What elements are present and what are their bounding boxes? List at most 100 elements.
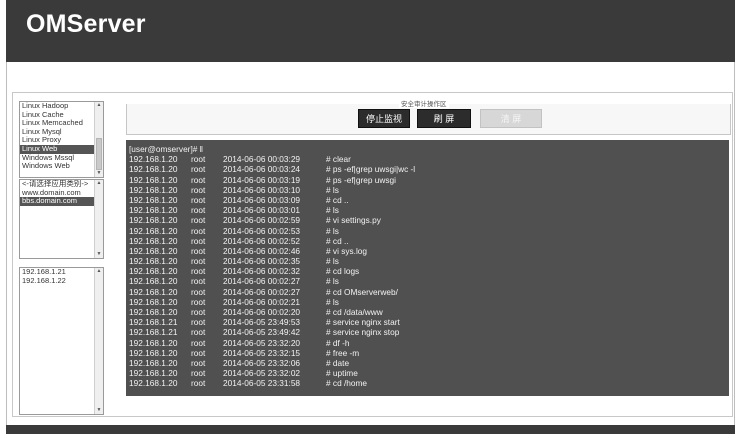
log-command: # cd logs	[326, 266, 360, 277]
log-command: # uptime	[326, 368, 358, 379]
log-time: 2014-06-05 23:49:53	[223, 317, 301, 328]
log-ip: 192.168.1.21	[129, 317, 178, 328]
control-area-legend: 安全审计操作区	[399, 98, 449, 108]
log-ip: 192.168.1.20	[129, 174, 178, 185]
log-ip: 192.168.1.20	[129, 164, 178, 175]
log-ip: 192.168.1.20	[129, 215, 178, 226]
log-time: 2014-06-06 00:03:09	[223, 194, 301, 205]
log-user: root	[191, 307, 206, 318]
log-time: 2014-06-06 00:03:01	[223, 205, 301, 216]
log-user: root	[191, 256, 206, 267]
log-time: 2014-06-06 00:03:19	[223, 174, 301, 185]
log-command: # cd /data/www	[326, 307, 383, 318]
log-row: 192.168.1.20 root 2014-06-06 00:02:53 # ls	[126, 226, 729, 236]
log-command: # cd ..	[326, 235, 349, 246]
log-row: 192.168.1.20 root 2014-06-06 00:03:10 # ls	[126, 185, 729, 195]
log-row: 192.168.1.20 root 2014-06-05 23:32:02 # upt…	[126, 368, 729, 378]
log-ip: 192.168.1.20	[129, 225, 178, 236]
log-row: 192.168.1.20 root 2014-06-06 00:03:01 # ls	[126, 205, 729, 215]
log-command: # ls	[326, 296, 339, 307]
log-command: # ls	[326, 205, 339, 216]
app-list-item[interactable]: bbs.domain.com	[20, 197, 103, 206]
log-time: 2014-06-06 00:03:29	[223, 154, 301, 165]
log-row: 192.168.1.20 root 2014-06-06 00:02:52 # cd …	[126, 236, 729, 246]
scroll-up-icon[interactable]: ▲	[95, 268, 103, 275]
scroll-down-icon[interactable]: ▼	[95, 407, 103, 414]
log-row: 192.168.1.21 root 2014-06-05 23:49:42 # ser…	[126, 327, 729, 337]
log-user: root	[191, 164, 206, 175]
refresh-screen-button[interactable]: 刷 屏	[417, 109, 471, 128]
log-time: 2014-06-06 00:02:20	[223, 307, 301, 318]
clear-screen-button[interactable]: 清 屏	[480, 109, 542, 128]
scroll-down-icon[interactable]: ▼	[95, 251, 103, 258]
log-time: 2014-06-06 00:02:53	[223, 225, 301, 236]
log-ip: 192.168.1.20	[129, 184, 178, 195]
log-user: root	[191, 327, 206, 338]
stop-monitor-button[interactable]: 停止监视	[358, 109, 410, 128]
log-ip: 192.168.1.20	[129, 286, 178, 297]
host-ip-list[interactable]: 192.168.1.21 192.168.1.22 ▲ ▼	[19, 267, 104, 415]
log-row: 192.168.1.20 root 2014-06-06 00:03:24 # ps …	[126, 164, 729, 174]
log-row: 192.168.1.20 root 2014-06-06 00:02:32 # cd …	[126, 266, 729, 276]
log-command: # ls	[326, 225, 339, 236]
log-ip: 192.168.1.20	[129, 205, 178, 216]
log-ip: 192.168.1.20	[129, 194, 178, 205]
host-list-item[interactable]: 192.168.1.22	[20, 276, 103, 286]
log-row: 192.168.1.20 root 2014-06-06 00:02:27 # ls	[126, 276, 729, 286]
log-command: # ps -ef|grep uwsgi|wc -l	[326, 164, 416, 175]
log-command: # cd OMserverweb/	[326, 286, 398, 297]
log-ip: 192.168.1.20	[129, 245, 178, 256]
log-time: 2014-06-05 23:49:42	[223, 327, 301, 338]
log-row: 192.168.1.20 root 2014-06-05 23:31:58 # cd …	[126, 378, 729, 388]
scroll-thumb[interactable]	[96, 138, 102, 170]
log-user: root	[191, 276, 206, 287]
log-command: # service nginx stop	[326, 327, 400, 338]
log-ip: 192.168.1.20	[129, 368, 178, 379]
log-row: 192.168.1.20 root 2014-06-06 00:02:35 # ls	[126, 256, 729, 266]
log-command: # free -m	[326, 347, 360, 358]
main-frame: Linux Hadoop Linux Cache Linux Memcached Li…	[6, 62, 735, 425]
scroll-up-icon[interactable]: ▲	[95, 102, 103, 109]
host-list-scrollbar[interactable]: ▲ ▼	[94, 268, 103, 414]
os-category-list[interactable]: Linux Hadoop Linux Cache Linux Memcached Li…	[19, 101, 104, 178]
scroll-down-icon[interactable]: ▼	[95, 170, 103, 177]
log-user: root	[191, 205, 206, 216]
log-row: 192.168.1.20 root 2014-06-06 00:03:29 # cle…	[126, 154, 729, 164]
log-row: 192.168.1.21 root 2014-06-05 23:49:53 # ser…	[126, 317, 729, 327]
log-user: root	[191, 317, 206, 328]
log-ip: 192.168.1.21	[129, 327, 178, 338]
log-user: root	[191, 286, 206, 297]
log-user: root	[191, 215, 206, 226]
log-command: # clear	[326, 154, 351, 165]
log-command: # df -h	[326, 337, 350, 348]
log-ip: 192.168.1.20	[129, 347, 178, 358]
log-row: 192.168.1.20 root 2014-06-05 23:32:15 # fre…	[126, 348, 729, 358]
log-row: 192.168.1.20 root 2014-06-06 00:02:59 # vi …	[126, 215, 729, 225]
log-ip: 192.168.1.20	[129, 235, 178, 246]
log-time: 2014-06-06 00:02:46	[223, 245, 301, 256]
log-time: 2014-06-06 00:03:10	[223, 184, 301, 195]
log-time: 2014-06-06 00:02:21	[223, 296, 301, 307]
log-user: root	[191, 378, 206, 389]
log-ip: 192.168.1.20	[129, 357, 178, 368]
log-row: 192.168.1.20 root 2014-06-06 00:03:19 # ps …	[126, 175, 729, 185]
footer-bar	[6, 425, 735, 434]
log-command: # ls	[326, 256, 339, 267]
log-user: root	[191, 357, 206, 368]
app-list-scrollbar[interactable]: ▲ ▼	[94, 180, 103, 258]
log-ip: 192.168.1.20	[129, 307, 178, 318]
log-time: 2014-06-06 00:02:27	[223, 286, 301, 297]
audit-terminal[interactable]: [user@omserver]# ‖ 192.168.1.20 root 2014-…	[126, 140, 729, 396]
log-user: root	[191, 266, 206, 277]
app-title: OMServer	[26, 10, 146, 38]
os-list-scrollbar[interactable]: ▲ ▼	[94, 102, 103, 177]
log-command: # vi settings.py	[326, 215, 381, 226]
app-domain-list[interactable]: <-请选择应用类别-> www.domain.com bbs.domain.com …	[19, 179, 104, 259]
log-user: root	[191, 225, 206, 236]
log-row: 192.168.1.20 root 2014-06-06 00:02:46 # vi …	[126, 246, 729, 256]
scroll-up-icon[interactable]: ▲	[95, 180, 103, 187]
log-ip: 192.168.1.20	[129, 296, 178, 307]
os-list-item[interactable]: Windows Web	[20, 162, 103, 171]
log-row: 192.168.1.20 root 2014-06-05 23:32:20 # df …	[126, 338, 729, 348]
log-command: # ls	[326, 276, 339, 287]
